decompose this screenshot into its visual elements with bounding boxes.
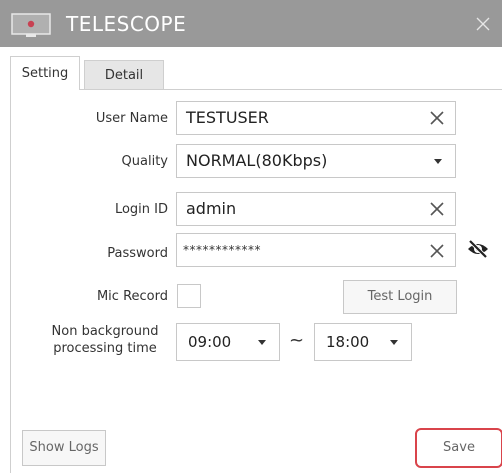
chevron-down-icon xyxy=(434,159,442,164)
clear-icon[interactable] xyxy=(429,201,445,217)
non-background-label-line1: Non background xyxy=(51,324,159,339)
start-time-value: 09:00 xyxy=(188,333,232,351)
password-value: ************ xyxy=(183,243,261,257)
mic-record-label: Mic Record xyxy=(96,289,168,304)
save-button[interactable]: Save xyxy=(415,428,502,468)
login-id-field[interactable]: admin xyxy=(176,192,456,226)
user-name-field[interactable]: TESTUSER xyxy=(176,101,456,135)
user-name-value: TESTUSER xyxy=(186,108,269,127)
quality-label: Quality xyxy=(121,154,168,169)
password-label: Password xyxy=(107,246,168,261)
eye-slash-icon[interactable] xyxy=(466,239,490,259)
chevron-down-icon xyxy=(390,340,398,345)
login-id-label: Login ID xyxy=(114,202,168,217)
quality-value: NORMAL(80Kbps) xyxy=(186,151,328,170)
monitor-record-icon xyxy=(11,13,51,37)
tab-detail[interactable]: Detail xyxy=(84,60,164,90)
time-separator: ~ xyxy=(289,330,305,351)
test-login-button[interactable]: Test Login xyxy=(343,280,457,314)
show-logs-button[interactable]: Show Logs xyxy=(22,430,106,466)
mic-record-checkbox[interactable] xyxy=(177,284,201,308)
telescope-window: TELESCOPE Setting Detail User Name TESTU… xyxy=(0,0,502,473)
non-background-label-line2: processing time xyxy=(53,341,157,356)
clear-icon[interactable] xyxy=(429,243,445,259)
password-field[interactable]: ************ xyxy=(176,233,456,267)
tab-setting[interactable]: Setting xyxy=(10,56,80,90)
clear-icon[interactable] xyxy=(429,110,445,126)
non-background-label: Non background processing time xyxy=(40,323,170,357)
close-icon[interactable] xyxy=(474,15,492,33)
chevron-down-icon xyxy=(258,340,266,345)
start-time-select[interactable]: 09:00 xyxy=(176,323,280,361)
user-name-label: User Name xyxy=(95,111,168,126)
end-time-value: 18:00 xyxy=(326,333,370,351)
login-id-value: admin xyxy=(186,199,237,218)
end-time-select[interactable]: 18:00 xyxy=(314,323,412,361)
window-title: TELESCOPE xyxy=(66,12,187,36)
quality-select[interactable]: NORMAL(80Kbps) xyxy=(176,144,456,178)
title-bar: TELESCOPE xyxy=(0,0,502,47)
